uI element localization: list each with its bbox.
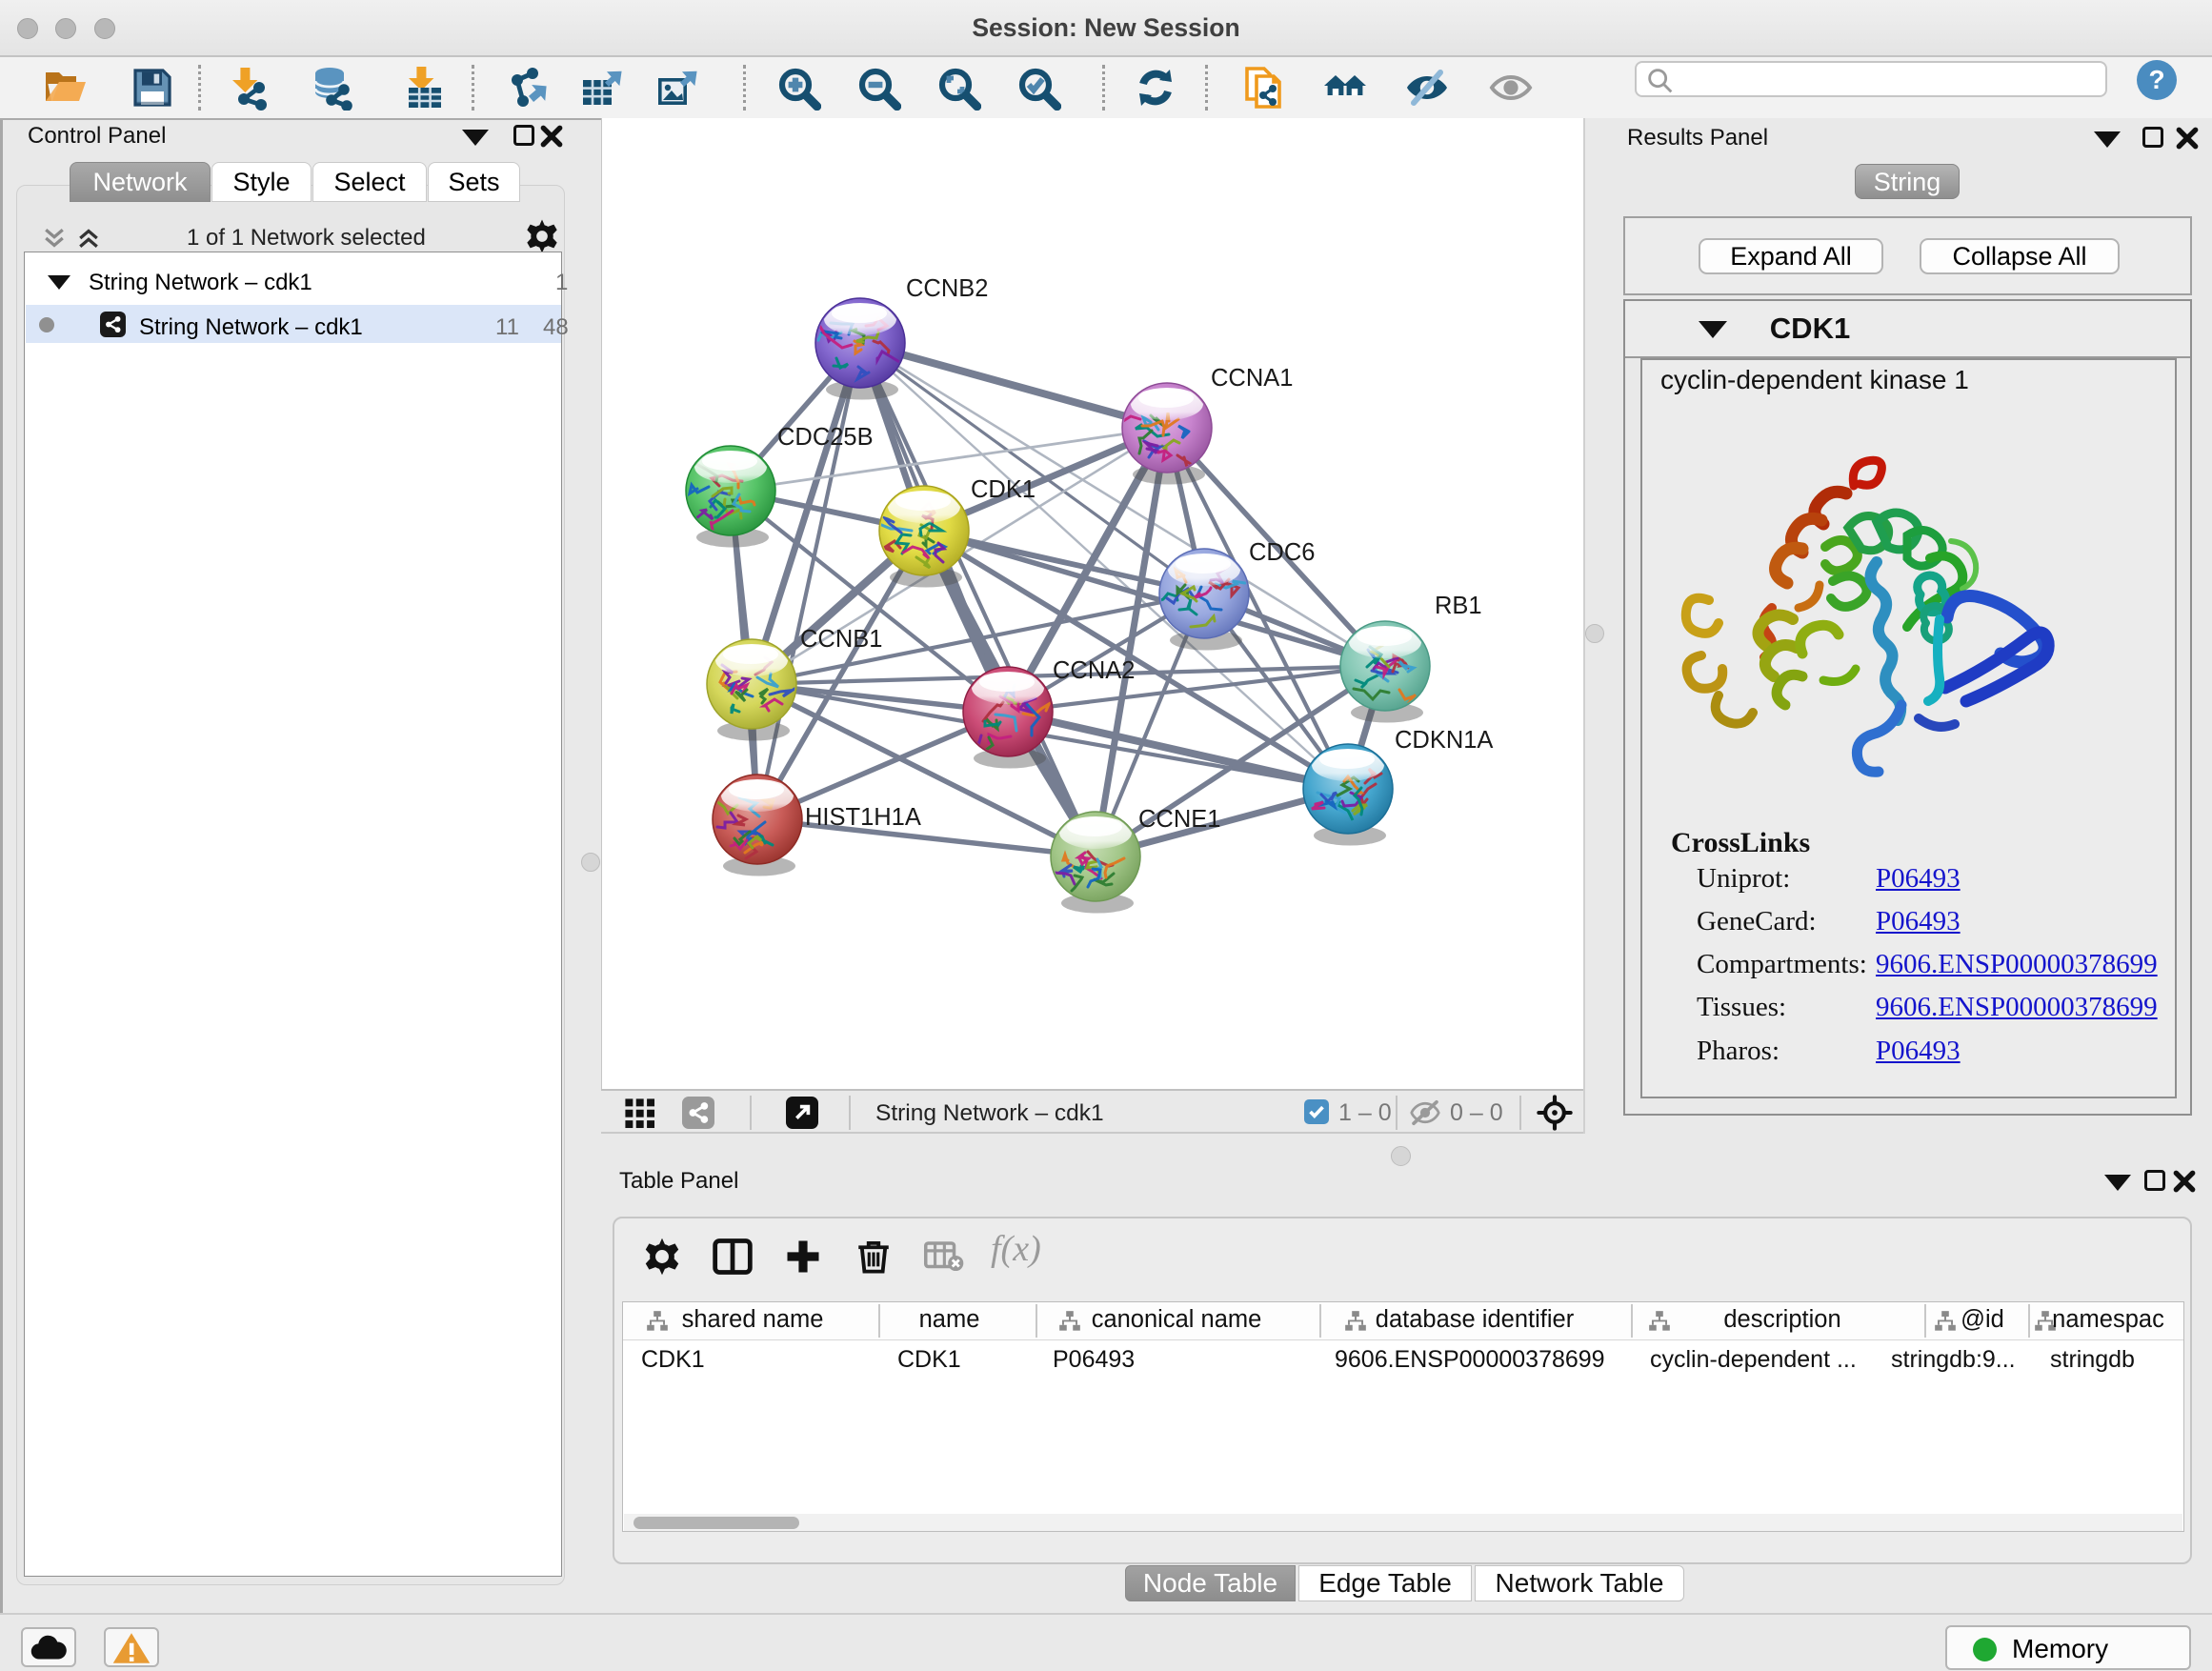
svg-text:CCNA2: CCNA2 — [1053, 657, 1135, 684]
svg-text:CCNB2: CCNB2 — [906, 275, 988, 302]
svg-text:CCNE1: CCNE1 — [1138, 806, 1220, 833]
svg-text:CDC25B: CDC25B — [777, 424, 874, 451]
svg-text:CDC6: CDC6 — [1249, 539, 1315, 566]
svg-text:CCNB1: CCNB1 — [800, 626, 882, 653]
svg-text:CCNA1: CCNA1 — [1211, 365, 1293, 392]
svg-text:RB1: RB1 — [1435, 593, 1482, 619]
svg-text:CDK1: CDK1 — [971, 476, 1036, 503]
svg-text:CDKN1A: CDKN1A — [1395, 727, 1493, 754]
svg-text:HIST1H1A: HIST1H1A — [805, 804, 921, 831]
